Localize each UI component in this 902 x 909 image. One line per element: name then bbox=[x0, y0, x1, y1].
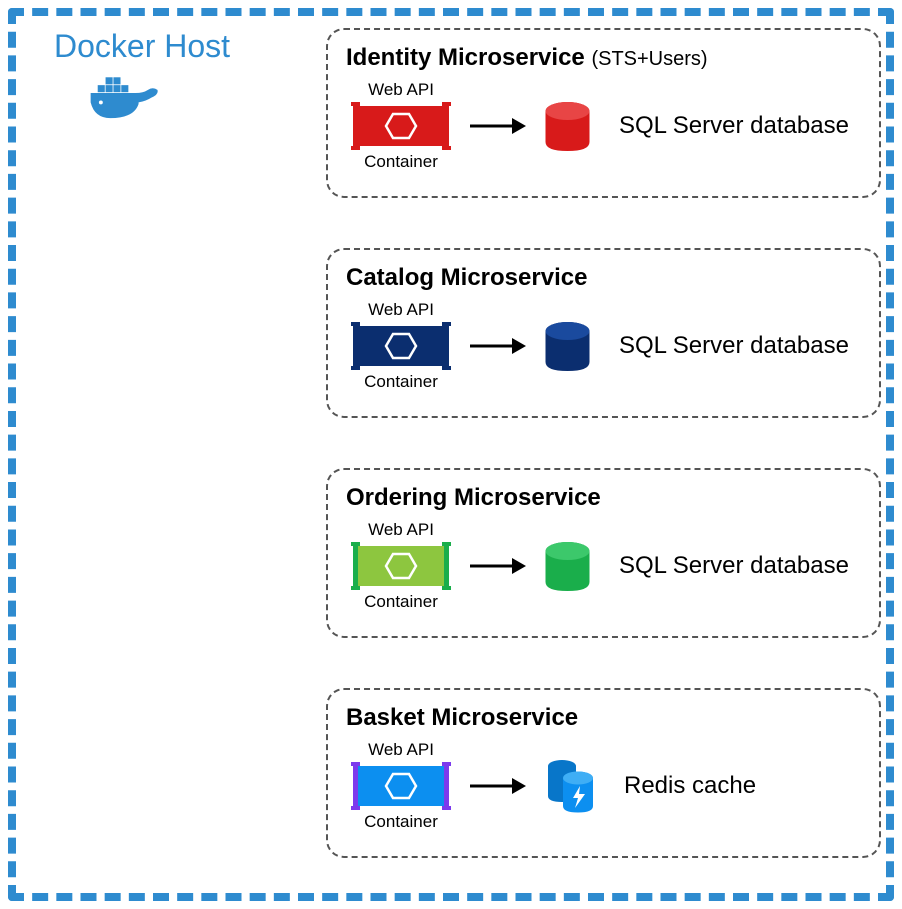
basket-microservice-box: Basket Microservice Web API Con bbox=[326, 688, 881, 858]
ordering-db-label: SQL Server database bbox=[619, 551, 849, 581]
ordering-container-icon bbox=[351, 542, 451, 590]
identity-microservice-box: Identity Microservice (STS+Users) Web AP… bbox=[326, 28, 881, 198]
identity-container-block: Web API Container bbox=[346, 80, 456, 172]
basket-container-icon bbox=[351, 762, 451, 810]
catalog-title: Catalog Microservice bbox=[346, 264, 861, 292]
redis-cache-icon bbox=[540, 756, 600, 816]
arrow-icon bbox=[468, 554, 528, 578]
arrow-icon bbox=[468, 114, 528, 138]
container-label: Container bbox=[364, 372, 438, 392]
arrow-icon bbox=[468, 334, 528, 358]
ordering-title: Ordering Microservice bbox=[346, 484, 861, 512]
catalog-container-block: Web API Container bbox=[346, 300, 456, 392]
basket-db-label: Redis cache bbox=[624, 771, 756, 801]
basket-title-text: Basket Microservice bbox=[346, 704, 578, 731]
basket-container-block: Web API Container bbox=[346, 740, 456, 832]
identity-container-icon bbox=[351, 102, 451, 150]
database-icon bbox=[540, 539, 595, 594]
docker-whale-icon bbox=[86, 71, 166, 126]
identity-title: Identity Microservice (STS+Users) bbox=[346, 44, 861, 72]
catalog-container-icon bbox=[351, 322, 451, 370]
docker-host-title: Docker Host bbox=[54, 28, 230, 65]
catalog-db-label: SQL Server database bbox=[619, 331, 849, 361]
container-label: Container bbox=[364, 812, 438, 832]
web-api-label: Web API bbox=[368, 520, 434, 540]
services-column: Identity Microservice (STS+Users) Web AP… bbox=[326, 28, 881, 858]
ordering-container-block: Web API Container bbox=[346, 520, 456, 612]
container-label: Container bbox=[364, 152, 438, 172]
identity-subtitle: (STS+Users) bbox=[591, 48, 707, 70]
basket-title: Basket Microservice bbox=[346, 704, 861, 732]
arrow-icon bbox=[468, 774, 528, 798]
web-api-label: Web API bbox=[368, 300, 434, 320]
database-icon bbox=[540, 319, 595, 374]
web-api-label: Web API bbox=[368, 80, 434, 100]
identity-title-text: Identity Microservice bbox=[346, 44, 585, 71]
ordering-microservice-box: Ordering Microservice Web API C bbox=[326, 468, 881, 638]
docker-host-frame: Docker Host Identity Microservice (STS+U… bbox=[8, 8, 894, 901]
web-api-label: Web API bbox=[368, 740, 434, 760]
ordering-title-text: Ordering Microservice bbox=[346, 484, 601, 511]
catalog-title-text: Catalog Microservice bbox=[346, 264, 587, 291]
container-label: Container bbox=[364, 592, 438, 612]
database-icon bbox=[540, 99, 595, 154]
catalog-microservice-box: Catalog Microservice Web API Co bbox=[326, 248, 881, 418]
identity-db-label: SQL Server database bbox=[619, 111, 849, 141]
